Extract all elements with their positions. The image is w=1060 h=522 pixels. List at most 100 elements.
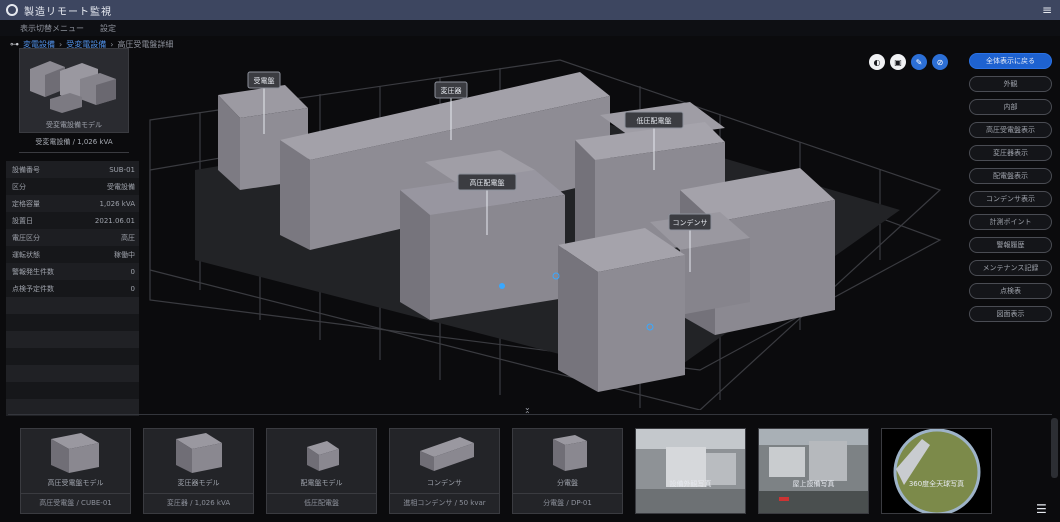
view-option-button[interactable]: 計測ポイント	[969, 214, 1052, 230]
site-photo-image	[636, 429, 745, 513]
app-title: 製造リモート監視	[24, 6, 112, 18]
callout-label[interactable]: コンデンサ	[673, 218, 708, 227]
property-row-empty	[6, 348, 139, 365]
gallery-card-image	[420, 437, 474, 471]
property-value: SUB-01	[109, 165, 135, 174]
menu-item-view[interactable]: 表示切替メニュー	[20, 23, 84, 34]
site-photo-caption: 360度全天球写真	[908, 480, 965, 488]
gallery-card-title: 分電盤	[557, 479, 578, 487]
property-label: 設備番号	[12, 165, 40, 174]
view-option-button[interactable]: 外観	[969, 76, 1052, 92]
site-photo[interactable]: 屋上設備写真	[758, 428, 869, 514]
image-icon[interactable]: ▣	[890, 54, 906, 70]
view-option-button[interactable]: メンテナンス記録	[969, 260, 1052, 276]
property-row-empty	[6, 331, 139, 348]
view-option-button[interactable]: 変圧器表示	[969, 145, 1052, 161]
model-gallery: 高圧受電盤モデル 高圧受電盤 / CUBE-01 変圧器モデル 変圧器 / 1,…	[20, 428, 1040, 514]
menu-item-settings[interactable]: 設定	[100, 23, 116, 34]
callout-label[interactable]: 変圧器	[441, 86, 462, 95]
model-thumbnail-caption: 受変電設備モデル	[46, 121, 102, 129]
view-option-button[interactable]: 高圧受電盤表示	[969, 122, 1052, 138]
gallery-card[interactable]: 高圧受電盤モデル 高圧受電盤 / CUBE-01	[20, 428, 131, 514]
gallery-card-title: 変圧器モデル	[177, 479, 220, 487]
property-value: 1,026 kVA	[99, 199, 135, 208]
gallery-card-image	[553, 435, 587, 471]
property-row: 設備番号 SUB-01	[6, 161, 139, 178]
view-option-button[interactable]: 点検表	[969, 283, 1052, 299]
gallery-card-title: コンデンサ	[427, 479, 462, 487]
gallery-card-subtitle: 分電盤 / DP-01	[513, 493, 622, 513]
property-row: 警報発生件数 0	[6, 263, 139, 280]
property-label: 警報発生件数	[12, 267, 54, 276]
sensor-point-icon[interactable]	[499, 283, 505, 289]
gallery-card[interactable]: コンデンサ 進相コンデンサ / 50 kvar	[389, 428, 500, 514]
property-row: 区分 受電設備	[6, 178, 139, 195]
gallery-card-title: 配電盤モデル	[300, 479, 343, 487]
property-label: 設置日	[12, 216, 33, 225]
model-thumbnail-image	[30, 61, 116, 113]
gallery-card-image	[51, 433, 99, 473]
property-row: 電圧区分 高圧	[6, 229, 139, 246]
site-photo-image	[882, 429, 991, 513]
attach-icon[interactable]: ⊘	[932, 54, 948, 70]
hamburger-menu-icon[interactable]: ≡	[1042, 4, 1052, 16]
callout-label[interactable]: 高圧配電盤	[470, 178, 505, 187]
edit-icon[interactable]: ✎	[911, 54, 927, 70]
property-row-empty	[6, 314, 139, 331]
gallery-card[interactable]: 変圧器モデル 変圧器 / 1,026 kVA	[143, 428, 254, 514]
property-label: 電圧区分	[12, 233, 40, 242]
property-value: 0	[130, 267, 135, 276]
property-value: 稼働中	[114, 250, 135, 259]
property-value: 2021.06.01	[94, 216, 135, 225]
site-photo-caption: 設備外観写真	[669, 480, 712, 488]
list-view-icon[interactable]: ☰	[1036, 503, 1047, 515]
property-row: 運転状態 稼働中	[6, 246, 139, 263]
reset-view-button[interactable]: 全体表示に戻る	[969, 53, 1052, 69]
3d-scene-viewport[interactable]: 受電盤 変圧器 高圧配電盤 低圧配電盤 コンデンサ	[140, 40, 970, 410]
gallery-card-image	[307, 441, 339, 471]
view-option-button[interactable]: コンデンサ表示	[969, 191, 1052, 207]
site-photo-caption: 屋上設備写真	[792, 480, 835, 488]
site-photo[interactable]: 設備外観写真	[635, 428, 746, 514]
property-row: 点検予定件数 0	[6, 280, 139, 297]
property-row-empty	[6, 365, 139, 382]
property-row: 定格容量 1,026 kVA	[6, 195, 139, 212]
callout-label[interactable]: 低圧配電盤	[637, 116, 672, 125]
site-photo[interactable]: 360度全天球写真	[881, 428, 992, 514]
bottom-divider	[8, 414, 1052, 415]
gallery-card-image	[176, 433, 222, 473]
gallery-scrollbar[interactable]	[1051, 418, 1058, 478]
property-value: 高圧	[121, 233, 135, 242]
property-table: 設備番号 SUB-01 区分 受電設備定格容量 1,026 kVA 設置日 2021.06.…	[6, 161, 139, 416]
property-label: 区分	[12, 182, 26, 191]
callout-label[interactable]: 受電盤	[254, 76, 275, 85]
property-row-empty	[6, 297, 139, 314]
view-option-button[interactable]: 内部	[969, 99, 1052, 115]
gallery-card-subtitle: 低圧配電盤	[267, 493, 376, 513]
property-row-empty	[6, 382, 139, 399]
view-option-button[interactable]: 警報履歴	[969, 237, 1052, 253]
gallery-card-title: 高圧受電盤モデル	[47, 479, 104, 487]
gallery-card-subtitle: 変圧器 / 1,026 kVA	[144, 493, 253, 513]
model-summary: 受変電設備 / 1,026 kVA	[19, 133, 129, 153]
menu-bar: 表示切替メニュー 設定	[0, 20, 1060, 36]
view-tool-icons: ◐ ▣ ✎ ⊘	[869, 54, 948, 70]
gallery-card[interactable]: 分電盤 分電盤 / DP-01	[512, 428, 623, 514]
property-label: 点検予定件数	[12, 284, 54, 293]
equipment-distribution-panel[interactable]	[558, 228, 685, 392]
property-value: 0	[130, 284, 135, 293]
property-label: 運転状態	[12, 250, 40, 259]
view-option-button[interactable]: 図面表示	[969, 306, 1052, 322]
site-photo-image	[759, 429, 868, 513]
gallery-card-subtitle: 高圧受電盤 / CUBE-01	[21, 493, 130, 513]
gallery-card-subtitle: 進相コンデンサ / 50 kvar	[390, 493, 499, 513]
title-bar: 製造リモート監視 ≡	[0, 0, 1060, 20]
view-option-button[interactable]: 配電盤表示	[969, 168, 1052, 184]
property-row: 設置日 2021.06.01	[6, 212, 139, 229]
gallery-card[interactable]: 配電盤モデル 低圧配電盤	[266, 428, 377, 514]
fill-icon[interactable]: ◐	[869, 54, 885, 70]
property-label: 定格容量	[12, 199, 40, 208]
view-button-list: 全体表示に戻る 外観内部高圧受電盤表示 変圧器表示配電盤表示コンデンサ表示 計測ポイン…	[969, 53, 1052, 322]
model-thumbnail[interactable]: 受変電設備モデル	[19, 48, 129, 133]
collapse-toggle[interactable]: ⌄ ⌃	[524, 404, 531, 419]
